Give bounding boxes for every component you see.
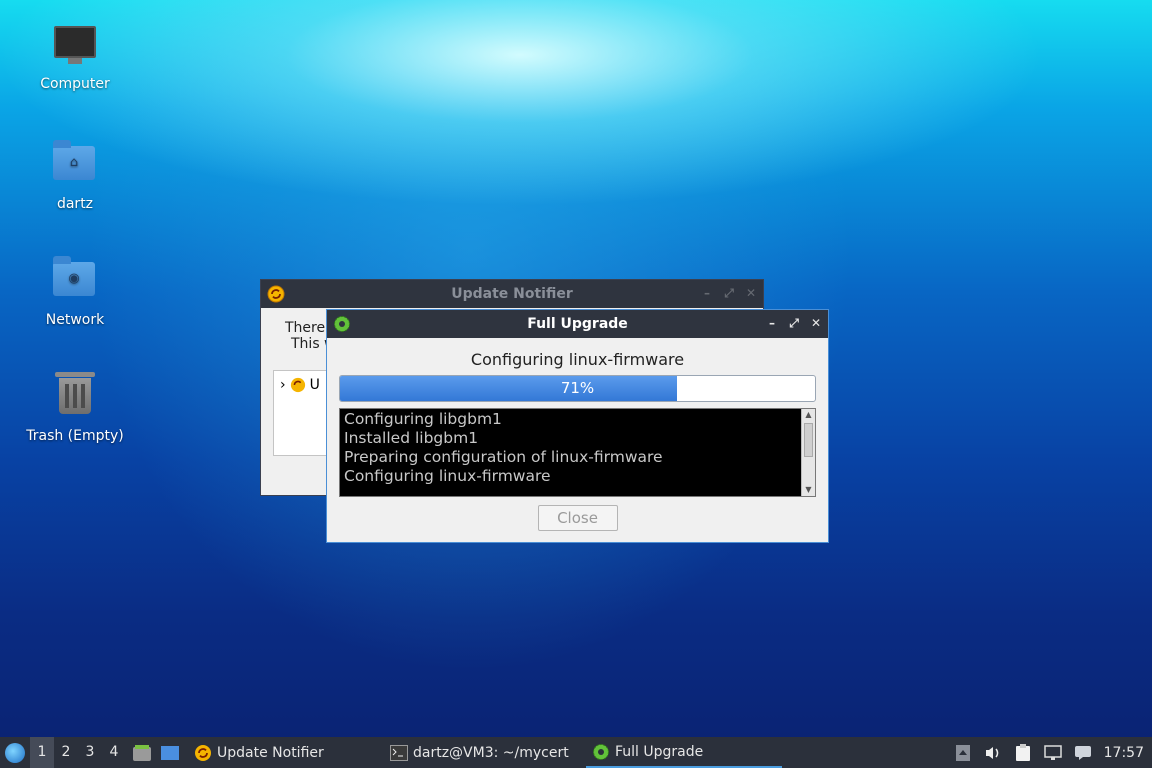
scroll-up-icon[interactable]: ▲ bbox=[802, 409, 815, 421]
close-button[interactable]: Close bbox=[537, 505, 618, 531]
progress-label: 71% bbox=[560, 379, 595, 397]
log-scrollbar[interactable]: ▲ ▼ bbox=[801, 409, 815, 496]
desktop-icon-label: Computer bbox=[40, 76, 110, 92]
minimize-icon[interactable]: – bbox=[701, 286, 713, 300]
scroll-thumb[interactable] bbox=[804, 423, 813, 457]
workspace-3[interactable]: 3 bbox=[78, 737, 102, 768]
close-icon[interactable]: ✕ bbox=[745, 286, 757, 300]
volume-icon bbox=[985, 746, 998, 759]
taskbar: 1 2 3 4 Update Notifier dartz@VM3: ~/myc… bbox=[0, 737, 1152, 768]
update-notifier-icon bbox=[290, 377, 305, 393]
chevron-right-icon[interactable]: › bbox=[280, 377, 286, 393]
desktop-icon-home[interactable]: ⌂ dartz bbox=[10, 140, 140, 212]
tree-item-label: U bbox=[309, 377, 320, 393]
update-notifier-titlebar[interactable]: Update Notifier – ⤢ ✕ bbox=[261, 280, 763, 308]
start-menu-icon bbox=[5, 742, 25, 763]
full-upgrade-window[interactable]: Full Upgrade – ⤢ ✕ Configuring linux-fir… bbox=[326, 309, 829, 543]
desktop-icon-trash[interactable]: Trash (Empty) bbox=[10, 372, 140, 444]
log-line: Configuring libgbm1 bbox=[344, 410, 502, 428]
workspace-4[interactable]: 4 bbox=[102, 737, 126, 768]
upgrade-log[interactable]: Configuring libgbm1 Installed libgbm1 Pr… bbox=[339, 408, 816, 497]
desktop-icon-label: Trash (Empty) bbox=[26, 428, 124, 444]
workspace-2[interactable]: 2 bbox=[54, 737, 78, 768]
gear-icon bbox=[593, 743, 609, 760]
task-label: Update Notifier bbox=[217, 744, 324, 761]
window-title: Full Upgrade bbox=[527, 316, 628, 332]
task-update-notifier[interactable]: Update Notifier bbox=[188, 737, 384, 768]
log-line: Configuring linux-firmware bbox=[344, 467, 551, 485]
desktop-icon-label: dartz bbox=[56, 196, 94, 212]
network-folder-icon: ◉ bbox=[53, 256, 97, 306]
computer-icon bbox=[53, 26, 97, 70]
maximize-icon[interactable]: ⤢ bbox=[788, 316, 800, 330]
desktop-icon-network[interactable]: ◉ Network bbox=[10, 256, 140, 328]
file-manager-icon bbox=[133, 744, 151, 761]
clipboard-icon bbox=[1015, 743, 1030, 761]
update-notifier-icon bbox=[195, 744, 211, 761]
system-tray: 17:57 bbox=[948, 737, 1152, 768]
tray-updates[interactable] bbox=[948, 737, 978, 768]
desktop-icon-computer[interactable]: Computer bbox=[10, 22, 140, 92]
network-icon bbox=[1043, 744, 1062, 760]
tray-network[interactable] bbox=[1038, 737, 1068, 768]
task-label: dartz@VM3: ~/mycert bbox=[413, 744, 569, 761]
close-icon[interactable]: ✕ bbox=[810, 316, 822, 330]
desktop-icon-label: Network bbox=[45, 312, 105, 328]
arrow-up-icon bbox=[955, 744, 970, 761]
clock[interactable]: 17:57 bbox=[1098, 745, 1152, 761]
task-full-upgrade[interactable]: Full Upgrade bbox=[586, 737, 782, 768]
main-menu-button[interactable] bbox=[0, 737, 30, 768]
home-folder-icon: ⌂ bbox=[53, 140, 97, 190]
log-line: Installed libgbm1 bbox=[344, 429, 479, 447]
log-line: Preparing configuration of linux-firmwar… bbox=[344, 448, 663, 466]
scroll-down-icon[interactable]: ▼ bbox=[802, 484, 815, 496]
tray-chat[interactable] bbox=[1068, 737, 1098, 768]
window-title: Update Notifier bbox=[451, 286, 573, 302]
upgrade-progress-bar: 71% bbox=[339, 375, 816, 402]
tray-clipboard[interactable] bbox=[1008, 737, 1038, 768]
terminal-icon bbox=[390, 744, 408, 761]
task-label: Full Upgrade bbox=[615, 743, 704, 760]
desktop-icon bbox=[161, 745, 179, 760]
trash-icon bbox=[53, 372, 97, 422]
file-manager-launcher[interactable] bbox=[130, 737, 154, 768]
full-upgrade-titlebar[interactable]: Full Upgrade – ⤢ ✕ bbox=[327, 310, 828, 338]
show-desktop-launcher[interactable] bbox=[158, 737, 182, 768]
tray-volume[interactable] bbox=[978, 737, 1008, 768]
minimize-icon[interactable]: – bbox=[766, 316, 778, 330]
notification-icon bbox=[1074, 745, 1091, 760]
upgrade-status: Configuring linux-firmware bbox=[470, 350, 685, 369]
workspace-1[interactable]: 1 bbox=[30, 737, 54, 768]
maximize-icon[interactable]: ⤢ bbox=[723, 286, 735, 300]
task-terminal[interactable]: dartz@VM3: ~/mycert bbox=[384, 737, 586, 768]
